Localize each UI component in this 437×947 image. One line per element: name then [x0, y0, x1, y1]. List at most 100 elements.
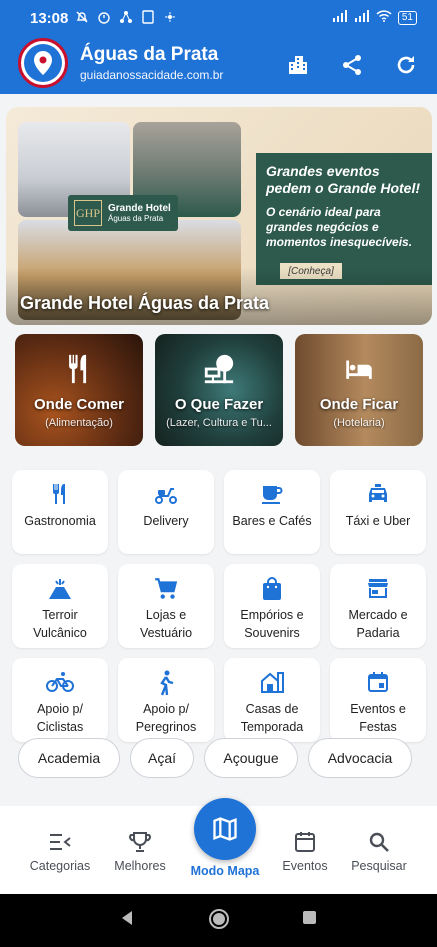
category-taxi-e-uber[interactable]: Táxi e Uber — [330, 470, 426, 554]
back-icon[interactable] — [118, 908, 136, 933]
category-label: Mercado e Padaria — [348, 608, 408, 640]
nav-label: Eventos — [282, 859, 328, 873]
signal-icon-2 — [354, 9, 370, 27]
category-mercado-e-padaria[interactable]: Mercado e Padaria — [330, 564, 426, 648]
storefront-icon — [368, 579, 388, 598]
category-apoio-ciclistas[interactable]: Apoio p/ Ciclistas — [12, 658, 108, 742]
category-label: Terroir Vulcânico — [33, 608, 87, 640]
shopping-bag-icon — [263, 577, 281, 600]
signal-icon — [332, 9, 348, 27]
mute-icon — [74, 9, 90, 25]
map-mode-button[interactable] — [194, 798, 256, 860]
featured-card-title: Onde Ficar — [319, 396, 399, 413]
nav-label: Categorias — [29, 859, 91, 873]
bed-icon — [346, 360, 372, 379]
featured-card-onde-ficar[interactable]: Onde Ficar (Hotelaria) — [295, 334, 423, 446]
category-delivery[interactable]: Delivery — [118, 470, 214, 554]
volcano-icon — [49, 579, 71, 599]
house-icon — [261, 672, 284, 693]
category-casas-de-temporada[interactable]: Casas de Temporada — [224, 658, 320, 742]
category-eventos-e-festas[interactable]: Eventos e Festas — [330, 658, 426, 742]
nav-label: Melhores — [114, 859, 166, 873]
map-pin-icon — [34, 51, 52, 75]
category-gastronomia[interactable]: Gastronomia — [12, 470, 108, 554]
city-buildings-icon[interactable] — [283, 50, 313, 80]
category-label: Bares e Cafés — [232, 514, 312, 528]
map-mode-label: Modo Mapa — [190, 864, 260, 878]
category-label: Apoio p/ Peregrinos — [135, 702, 197, 734]
promo-headline: Grandes eventos pedem o Grande Hotel! — [266, 163, 421, 196]
featured-card-title: O Que Fazer — [174, 396, 264, 413]
category-lojas-e-vestuario[interactable]: Lojas e Vestuário — [118, 564, 214, 648]
chip-academia[interactable]: Academia — [18, 738, 120, 778]
fork-knife-icon — [69, 354, 87, 384]
nav-eventos[interactable]: Eventos — [265, 828, 345, 873]
chip-advocacia[interactable]: Advocacia — [308, 738, 412, 778]
battery-indicator: 51 — [397, 11, 417, 25]
bicycle-icon — [46, 672, 74, 692]
category-label: Gastronomia — [24, 514, 96, 528]
featured-card-title: Onde Comer — [33, 396, 124, 413]
nav-melhores[interactable]: Melhores — [100, 828, 180, 873]
hotel-badge-name: Grande Hotel — [108, 203, 171, 214]
list-chevron-icon — [50, 834, 71, 850]
category-label: Casas de Temporada — [240, 702, 304, 734]
banner-title: Grande Hotel Águas da Prata — [20, 293, 270, 313]
fan-icon — [162, 9, 178, 25]
fork-knife-icon — [53, 484, 65, 504]
nav-pesquisar[interactable]: Pesquisar — [339, 828, 419, 873]
nav-categorias[interactable]: Categorias — [20, 828, 100, 873]
category-label: Táxi e Uber — [345, 514, 411, 528]
category-apoio-peregrinos[interactable]: Apoio p/ Peregrinos — [118, 658, 214, 742]
share-icon[interactable] — [337, 50, 367, 80]
category-label: Delivery — [143, 514, 189, 528]
featured-card-onde-comer[interactable]: Onde Comer (Alimentação) — [15, 334, 143, 446]
chip-acai[interactable]: Açaí — [130, 738, 194, 778]
promo-box: Grandes eventos pedem o Grande Hotel! O … — [256, 153, 432, 285]
search-icon — [369, 832, 389, 852]
taxi-icon — [369, 484, 387, 502]
app-logo — [18, 38, 68, 88]
wifi-icon — [376, 9, 392, 27]
category-label: Empórios e Souvenirs — [240, 608, 304, 640]
app-title: Águas da Prata — [80, 44, 219, 65]
featured-card-o-que-fazer[interactable]: O Que Fazer (Lazer, Cultura e Tu... — [155, 334, 283, 446]
calendar-icon — [368, 672, 388, 692]
scooter-icon — [155, 488, 177, 504]
status-system-icons: 51 — [332, 9, 417, 27]
home-icon[interactable] — [208, 908, 230, 935]
chip-acougue[interactable]: Açougue — [204, 738, 298, 778]
recents-icon[interactable] — [300, 908, 318, 933]
app-bar: Águas da Prata guiadanossacidade.com.br — [0, 36, 437, 94]
system-navigation-bar — [0, 894, 437, 947]
app-subtitle: guiadanossacidade.com.br — [80, 68, 224, 82]
coffee-cup-icon — [262, 486, 283, 504]
calendar-icon — [295, 832, 315, 852]
map-icon — [213, 817, 237, 841]
status-bar: 13:08 51 — [0, 0, 437, 36]
featured-categories: Onde Comer (Alimentação) O Que Fazer (La… — [15, 334, 423, 446]
featured-card-subtitle: (Hotelaria) — [333, 417, 385, 429]
category-terroir-vulcanico[interactable]: Terroir Vulcânico — [12, 564, 108, 648]
walking-icon — [160, 670, 174, 696]
status-time: 13:08 — [30, 10, 69, 27]
category-label: Apoio p/ Ciclistas — [36, 702, 84, 734]
category-emporios-e-souvenirs[interactable]: Empórios e Souvenirs — [224, 564, 320, 648]
hotel-logo-badge: GHP Grande Hotel Águas da Prata — [68, 195, 178, 231]
featured-card-subtitle: (Alimentação) — [45, 417, 113, 429]
shopping-cart-icon — [155, 578, 178, 599]
category-label: Eventos e Festas — [350, 702, 406, 734]
tree-sign-icon — [204, 354, 234, 384]
nav-label: Pesquisar — [351, 859, 407, 873]
category-bares-e-cafes[interactable]: Bares e Cafés — [224, 470, 320, 554]
hotel-banner[interactable]: GHP Grande Hotel Águas da Prata Grandes … — [6, 107, 432, 325]
promo-body: O cenário ideal para grandes negócios e … — [266, 205, 413, 249]
alarm-icon — [96, 9, 112, 25]
hotel-badge-city: Águas da Prata — [108, 214, 164, 223]
category-grid: Gastronomia Delivery Bares e Cafés Táxi … — [12, 470, 426, 742]
hotel-monogram: GHP — [74, 200, 102, 226]
featured-card-subtitle: (Lazer, Cultura e Tu... — [166, 417, 272, 429]
category-label: Lojas e Vestuário — [139, 608, 193, 640]
refresh-icon[interactable] — [391, 50, 421, 80]
quick-filter-chips: Academia Açaí Açougue Advocacia — [18, 738, 412, 778]
